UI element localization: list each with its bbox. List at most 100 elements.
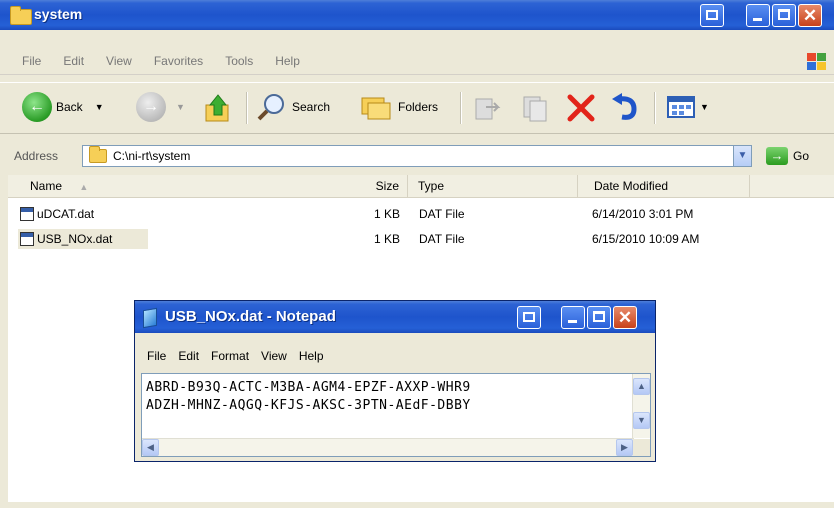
column-date-label: Date Modified xyxy=(594,179,669,193)
close-icon: ✕ xyxy=(617,308,633,327)
file-name: uDCAT.dat xyxy=(37,207,95,221)
folders-icon xyxy=(361,97,391,120)
scroll-right-button[interactable]: ▶ xyxy=(616,439,633,456)
explorer-titlebar[interactable]: system ✕ xyxy=(0,0,834,30)
forward-button[interactable]: → ▼ xyxy=(136,92,185,122)
search-icon xyxy=(257,94,284,121)
file-type: DAT File xyxy=(419,232,465,246)
notepad-maximize-button[interactable] xyxy=(587,306,611,329)
folder-icon xyxy=(10,6,32,25)
go-label: Go xyxy=(793,149,810,163)
scroll-down-button[interactable]: ▼ xyxy=(633,412,650,429)
column-size-label: Size xyxy=(375,179,399,193)
notepad-help-button[interactable] xyxy=(517,306,541,329)
views-icon xyxy=(667,96,695,118)
address-value: C:\ni-rt\system xyxy=(113,149,191,163)
sort-ascending-icon: ▲ xyxy=(79,182,89,192)
notepad-title: USB_NOx.dat - Notepad xyxy=(165,308,336,325)
text-line-2: ADZH-MHNZ-AQGQ-KFJS-AKSC-3PTN-AEdF-DBBY xyxy=(146,398,471,413)
forward-dropdown-icon[interactable]: ▼ xyxy=(176,102,185,112)
notepad-close-button[interactable]: ✕ xyxy=(613,306,637,329)
column-name[interactable]: Name ▲ xyxy=(8,175,270,197)
address-label: Address xyxy=(14,149,59,163)
notepad-menu-help[interactable]: Help xyxy=(293,349,330,363)
menu-favorites[interactable]: Favorites xyxy=(146,54,211,68)
dat-file-icon xyxy=(20,207,34,221)
menu-bar: File Edit View Favorites Tools Help xyxy=(0,50,834,75)
text-line-1: ABRD-B93Q-ACTC-M3BA-AGM4-EPZF-AXXP-WHR9 xyxy=(146,380,471,395)
menu-tools[interactable]: Tools xyxy=(217,54,261,68)
file-row-selected[interactable]: USB_NOx.dat 1 KB DAT File 6/15/2010 10:0… xyxy=(8,229,834,249)
help-icon xyxy=(523,312,535,322)
scroll-up-button[interactable]: ▲ xyxy=(633,378,650,395)
file-row[interactable]: uDCAT.dat 1 KB DAT File 6/14/2010 3:01 P… xyxy=(8,204,834,224)
menu-edit[interactable]: Edit xyxy=(55,54,92,68)
notepad-titlebar[interactable]: USB_NOx.dat - Notepad ✕ xyxy=(135,301,655,333)
notepad-minimize-button[interactable] xyxy=(561,306,585,329)
views-dropdown-icon: ▼ xyxy=(700,102,709,112)
folders-button[interactable]: Folders xyxy=(360,92,438,122)
maximize-button[interactable] xyxy=(772,4,796,27)
column-date-modified[interactable]: Date Modified xyxy=(578,175,750,197)
delete-icon[interactable] xyxy=(566,93,596,123)
file-name-cell: USB_NOx.dat xyxy=(18,229,148,249)
menu-view[interactable]: View xyxy=(98,54,140,68)
address-folder-icon xyxy=(89,146,107,163)
undo-icon[interactable] xyxy=(610,91,640,123)
up-folder-icon xyxy=(205,94,229,122)
windows-logo-icon xyxy=(807,53,826,70)
notepad-menu-bar: File Edit Format View Help xyxy=(135,345,655,367)
toolbar-separator xyxy=(654,92,656,124)
back-dropdown-icon[interactable]: ▼ xyxy=(95,102,104,112)
notepad-text-area[interactable]: ABRD-B93Q-ACTC-M3BA-AGM4-EPZF-AXXP-WHR9 … xyxy=(141,373,651,457)
go-arrow-icon: → xyxy=(766,147,788,165)
horizontal-scrollbar[interactable]: ◀ ▶ xyxy=(142,438,634,456)
menu-help[interactable]: Help xyxy=(267,54,308,68)
notepad-menu-view[interactable]: View xyxy=(255,349,293,363)
search-button[interactable]: Search xyxy=(256,92,330,122)
toolbar-separator xyxy=(246,92,248,124)
file-name: USB_NOx.dat xyxy=(37,232,113,246)
copy-to-icon[interactable] xyxy=(520,93,554,123)
back-button[interactable]: ← Back ▼ xyxy=(22,92,104,122)
help-icon xyxy=(706,10,718,20)
toolbar-separator xyxy=(460,92,462,124)
vertical-scrollbar[interactable]: ▲ ▼ xyxy=(632,374,650,438)
minimize-icon xyxy=(753,18,762,21)
maximize-icon xyxy=(778,9,790,20)
address-input[interactable]: C:\ni-rt\system ▼ xyxy=(82,145,752,167)
up-folder-button[interactable] xyxy=(204,93,234,123)
close-button[interactable]: ✕ xyxy=(798,4,822,27)
address-dropdown-button[interactable]: ▼ xyxy=(733,146,751,166)
views-button[interactable]: ▼ xyxy=(666,93,709,121)
file-modified: 6/15/2010 10:09 AM xyxy=(592,232,700,246)
help-button[interactable] xyxy=(700,4,724,27)
column-size[interactable]: Size xyxy=(270,175,408,197)
file-modified: 6/14/2010 3:01 PM xyxy=(592,207,694,221)
file-size: 1 KB xyxy=(373,232,400,246)
standard-toolbar: ← Back ▼ → ▼ Search Folders ▼ xyxy=(0,82,834,134)
go-button[interactable]: → Go xyxy=(766,147,809,165)
notepad-menu-format[interactable]: Format xyxy=(205,349,255,363)
move-to-icon[interactable] xyxy=(472,93,502,123)
minimize-button[interactable] xyxy=(746,4,770,27)
column-type-label: Type xyxy=(418,179,445,193)
search-label: Search xyxy=(292,100,331,114)
notepad-menu-edit[interactable]: Edit xyxy=(172,349,205,363)
minimize-icon xyxy=(568,320,577,323)
scroll-left-button[interactable]: ◀ xyxy=(142,439,159,456)
menu-file[interactable]: File xyxy=(14,54,49,68)
window-title: system xyxy=(34,6,83,22)
notepad-icon xyxy=(143,307,157,329)
folders-label: Folders xyxy=(398,100,439,114)
file-type: DAT File xyxy=(419,207,465,221)
file-size: 1 KB xyxy=(373,207,400,221)
dat-file-icon xyxy=(20,232,34,246)
forward-arrow-icon: → xyxy=(136,92,166,122)
column-type[interactable]: Type xyxy=(408,175,578,197)
notepad-menu-file[interactable]: File xyxy=(141,349,172,363)
close-icon: ✕ xyxy=(802,6,818,25)
file-name-cell: uDCAT.dat xyxy=(20,204,94,224)
resize-grip-icon[interactable] xyxy=(633,439,650,456)
column-name-label: Name xyxy=(30,179,63,193)
